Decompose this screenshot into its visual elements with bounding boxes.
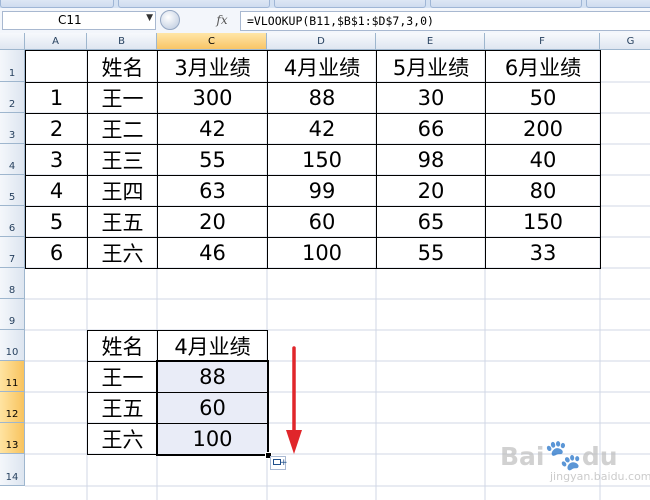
main-table-cell[interactable]: 5: [25, 206, 88, 238]
main-table-cell[interactable]: 1: [25, 82, 88, 114]
main-table-cell[interactable]: 300: [157, 82, 268, 114]
main-table-header-cell[interactable]: 3月业绩: [157, 50, 268, 83]
lookup-table-header-cell[interactable]: 姓名: [87, 330, 158, 362]
main-table-cell[interactable]: 80: [485, 175, 601, 207]
main-table-cell[interactable]: 99: [267, 175, 377, 207]
main-table-cell[interactable]: 20: [157, 206, 268, 238]
main-table-cell[interactable]: 6: [25, 237, 88, 269]
main-table-cell[interactable]: 2: [25, 113, 88, 145]
main-table-header-cell[interactable]: 4月业绩: [267, 50, 377, 83]
lookup-result-cell[interactable]: 88: [157, 361, 268, 393]
main-table-header-cell[interactable]: [25, 50, 88, 83]
main-table-cell[interactable]: 150: [267, 144, 377, 176]
main-table-cell[interactable]: 66: [376, 113, 486, 145]
main-table-cell[interactable]: 4: [25, 175, 88, 207]
main-table-cell[interactable]: 王六: [87, 237, 158, 269]
main-table-header-cell[interactable]: 姓名: [87, 50, 158, 83]
main-table-cell[interactable]: 150: [485, 206, 601, 238]
main-table-cell[interactable]: 40: [485, 144, 601, 176]
paste-options-icon[interactable]: [270, 456, 288, 470]
main-table-cell[interactable]: 42: [267, 113, 377, 145]
main-table-cell[interactable]: 20: [376, 175, 486, 207]
main-table-cell[interactable]: 55: [157, 144, 268, 176]
main-table-header-cell[interactable]: 6月业绩: [485, 50, 601, 83]
lookup-name-cell[interactable]: 王一: [87, 361, 158, 393]
lookup-table-header-cell[interactable]: 4月业绩: [157, 330, 268, 362]
lookup-name-cell[interactable]: 王五: [87, 392, 158, 424]
main-table-cell[interactable]: 63: [157, 175, 268, 207]
main-table-cell[interactable]: 王一: [87, 82, 158, 114]
main-table-cell[interactable]: 65: [376, 206, 486, 238]
main-table-cell[interactable]: 50: [485, 82, 601, 114]
main-table-cell[interactable]: 60: [267, 206, 377, 238]
red-down-arrow-annotation: [286, 346, 302, 454]
main-table-cell[interactable]: 王二: [87, 113, 158, 145]
main-table-cell[interactable]: 200: [485, 113, 601, 145]
main-table-cell[interactable]: 46: [157, 237, 268, 269]
main-table-cell[interactable]: 王三: [87, 144, 158, 176]
baidu-watermark-logo: Bai🐾du jingyan.baidu.com: [500, 438, 650, 483]
main-table-cell[interactable]: 100: [267, 237, 377, 269]
main-table-header-cell[interactable]: 5月业绩: [376, 50, 486, 83]
lookup-result-cell[interactable]: 60: [157, 392, 268, 424]
main-table-cell[interactable]: 42: [157, 113, 268, 145]
main-table-cell[interactable]: 33: [485, 237, 601, 269]
main-table-cell[interactable]: 王五: [87, 206, 158, 238]
main-table-cell[interactable]: 55: [376, 237, 486, 269]
lookup-result-cell[interactable]: 100: [157, 423, 268, 455]
main-table-cell[interactable]: 3: [25, 144, 88, 176]
main-table-cell[interactable]: 98: [376, 144, 486, 176]
lookup-name-cell[interactable]: 王六: [87, 423, 158, 455]
main-table-cell[interactable]: 30: [376, 82, 486, 114]
main-table-cell[interactable]: 王四: [87, 175, 158, 207]
main-table-cell[interactable]: 88: [267, 82, 377, 114]
